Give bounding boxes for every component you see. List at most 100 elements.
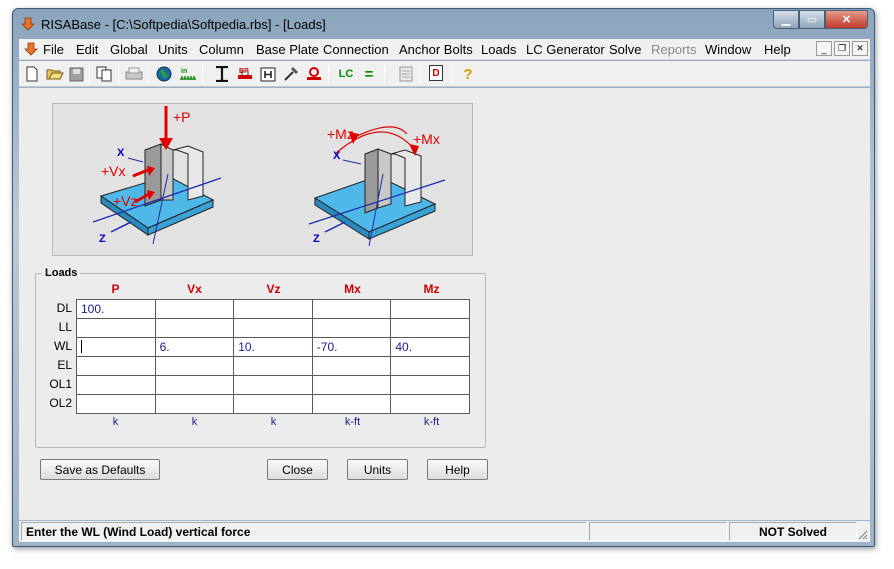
cell-wl-p-editing[interactable] bbox=[77, 338, 156, 357]
cell-dl-mz[interactable] bbox=[391, 300, 470, 319]
cell-wl-mx[interactable]: -70. bbox=[312, 338, 392, 357]
x-axis-label-right: X bbox=[333, 150, 341, 162]
cell-el-vx[interactable] bbox=[155, 357, 235, 376]
window-title: RISABase - [C:\Softpedia\Softpedia.rbs] … bbox=[41, 17, 326, 32]
cell-ol2-vz[interactable] bbox=[234, 395, 313, 414]
print-icon[interactable] bbox=[125, 65, 143, 83]
cell-ol1-vx[interactable] bbox=[155, 376, 235, 395]
menu-base-plate[interactable]: Base Plate bbox=[256, 42, 319, 57]
cell-ol1-vz[interactable] bbox=[234, 376, 313, 395]
cell-ol1-mz[interactable] bbox=[391, 376, 470, 395]
cell-ol2-mx[interactable] bbox=[312, 395, 392, 414]
row-header-wl: WL bbox=[54, 339, 72, 353]
cell-ol2-p[interactable] bbox=[77, 395, 156, 414]
cell-ll-mz[interactable] bbox=[391, 319, 470, 338]
status-message: Enter the WL (Wind Load) vertical force bbox=[21, 522, 587, 541]
column-header-p: P bbox=[111, 282, 120, 296]
menu-solve[interactable]: Solve bbox=[609, 42, 642, 57]
cell-ol2-vx[interactable] bbox=[155, 395, 235, 414]
text-caret bbox=[81, 340, 82, 353]
connection-icon[interactable] bbox=[259, 65, 277, 83]
report-icon[interactable] bbox=[397, 65, 415, 83]
mdi-restore-button[interactable]: ❐ bbox=[834, 41, 850, 56]
new-file-icon[interactable] bbox=[23, 65, 41, 83]
toolbar: in BP LC = D ? bbox=[19, 61, 870, 87]
help-button[interactable]: Help bbox=[427, 459, 488, 480]
cell-ll-p[interactable] bbox=[77, 319, 156, 338]
z-axis-label-right: Z bbox=[313, 233, 320, 245]
globe-icon[interactable] bbox=[155, 65, 173, 83]
table-row bbox=[77, 376, 470, 395]
row-header-ol1: OL1 bbox=[49, 377, 72, 391]
close-button[interactable]: Close bbox=[267, 459, 328, 480]
moment-diagram: +Mz +Mx X Z bbox=[308, 126, 446, 247]
help-icon[interactable]: ? bbox=[459, 65, 477, 83]
menu-help[interactable]: Help bbox=[764, 42, 791, 57]
menu-connection[interactable]: Connection bbox=[323, 42, 389, 57]
unit-mx: k-ft bbox=[344, 416, 361, 428]
cell-ll-vx[interactable] bbox=[155, 319, 235, 338]
table-row: 100. bbox=[77, 300, 470, 319]
unit-p: k bbox=[112, 416, 119, 428]
unit-vz: k bbox=[270, 416, 277, 428]
menu-loads[interactable]: Loads bbox=[481, 42, 516, 57]
cell-el-p[interactable] bbox=[77, 357, 156, 376]
cell-ol1-mx[interactable] bbox=[312, 376, 392, 395]
base-plate-icon[interactable]: BP bbox=[236, 65, 254, 83]
close-window-button[interactable]: ✕ bbox=[825, 10, 868, 29]
unit-mz: k-ft bbox=[423, 416, 440, 428]
lc-icon[interactable]: LC bbox=[337, 65, 355, 83]
cell-dl-mx[interactable] bbox=[312, 300, 392, 319]
save-as-defaults-button[interactable]: Save as Defaults bbox=[40, 459, 160, 480]
open-folder-icon[interactable] bbox=[46, 65, 64, 83]
equals-icon[interactable]: = bbox=[360, 65, 378, 83]
menu-edit[interactable]: Edit bbox=[76, 42, 98, 57]
hammer-icon[interactable] bbox=[282, 65, 300, 83]
cell-ol2-mz[interactable] bbox=[391, 395, 470, 414]
cell-dl-p[interactable]: 100. bbox=[77, 300, 156, 319]
copy-icon[interactable] bbox=[95, 65, 113, 83]
mdi-close-button[interactable]: ✕ bbox=[852, 41, 868, 56]
table-row bbox=[77, 319, 470, 338]
maximize-button[interactable]: ▭ bbox=[799, 10, 825, 29]
menu-units[interactable]: Units bbox=[158, 42, 188, 57]
column-header-vz: Vz bbox=[266, 282, 281, 296]
cell-el-vz[interactable] bbox=[234, 357, 313, 376]
title-bar[interactable]: RISABase - [C:\Softpedia\Softpedia.rbs] … bbox=[13, 9, 874, 39]
cell-wl-vz[interactable]: 10. bbox=[234, 338, 313, 357]
cell-ll-vz[interactable] bbox=[234, 319, 313, 338]
cell-el-mx[interactable] bbox=[312, 357, 392, 376]
cell-wl-vx[interactable]: 6. bbox=[155, 338, 235, 357]
mdi-minimize-button[interactable]: _ bbox=[816, 41, 832, 56]
table-row: 6. 10. -70. 40. bbox=[77, 338, 470, 357]
menu-file[interactable]: File bbox=[43, 42, 64, 57]
vx-label: +Vx bbox=[101, 163, 126, 179]
units-button[interactable]: Units bbox=[347, 459, 408, 480]
menu-window[interactable]: Window bbox=[705, 42, 751, 57]
cell-dl-vz[interactable] bbox=[234, 300, 313, 319]
cell-el-mz[interactable] bbox=[391, 357, 470, 376]
cell-dl-vx[interactable] bbox=[155, 300, 235, 319]
x-axis-label: X bbox=[117, 147, 125, 159]
anchor-bolt-icon[interactable] bbox=[305, 65, 323, 83]
cell-wl-mz[interactable]: 40. bbox=[391, 338, 470, 357]
cell-ll-mx[interactable] bbox=[312, 319, 392, 338]
minimize-button[interactable]: ▁ bbox=[773, 10, 799, 29]
menu-global[interactable]: Global bbox=[110, 42, 148, 57]
column-header-mz: Mz bbox=[423, 282, 440, 296]
menu-anchor-bolts[interactable]: Anchor Bolts bbox=[399, 42, 473, 57]
menu-reports[interactable]: Reports bbox=[651, 42, 697, 57]
mz-label: +Mz bbox=[327, 126, 354, 142]
cell-ol1-p[interactable] bbox=[77, 376, 156, 395]
row-header-el: EL bbox=[57, 358, 72, 372]
save-icon[interactable] bbox=[67, 65, 85, 83]
units-icon[interactable]: in bbox=[179, 65, 197, 83]
row-header-ol2: OL2 bbox=[49, 396, 72, 410]
resize-grip-icon[interactable] bbox=[856, 528, 868, 540]
menu-column[interactable]: Column bbox=[199, 42, 244, 57]
mdi-child-icon[interactable] bbox=[24, 42, 38, 56]
loads-group-label: Loads bbox=[42, 267, 81, 279]
detail-icon[interactable]: D bbox=[429, 65, 443, 81]
column-icon[interactable] bbox=[213, 65, 231, 83]
menu-lc-generator[interactable]: LC Generator bbox=[526, 42, 605, 57]
